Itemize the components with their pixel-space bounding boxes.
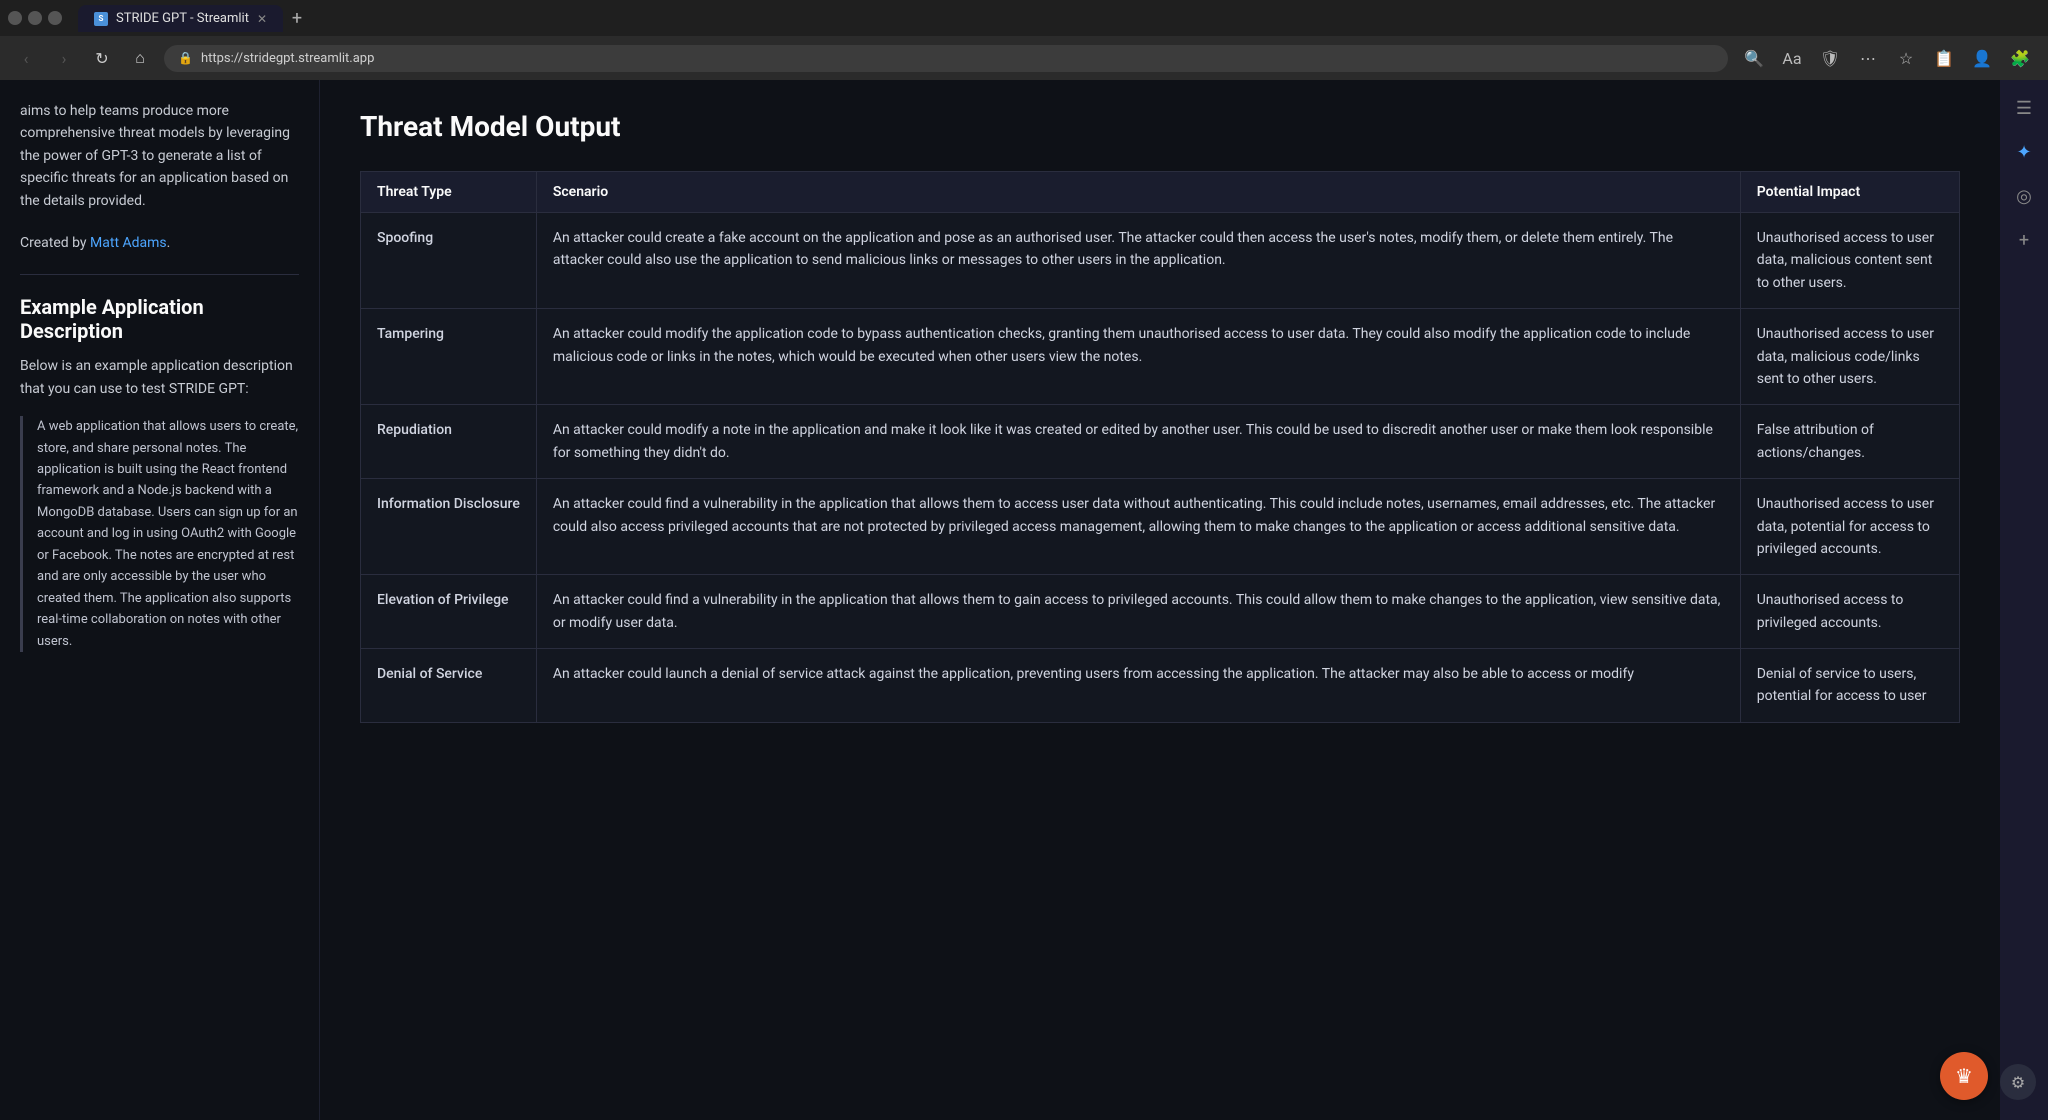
threat-type-cell: Elevation of Privilege [361, 575, 537, 649]
impact-cell: False attribution of actions/changes. [1740, 405, 1959, 479]
security-button[interactable]: 🛡 [1814, 42, 1846, 74]
table-row: Information DisclosureAn attacker could … [361, 479, 1960, 575]
title-bar: − □ ✕ S STRIDE GPT - Streamlit ✕ + [0, 0, 2048, 36]
close-button[interactable]: ✕ [48, 11, 62, 25]
scenario-cell: An attacker could modify a note in the a… [536, 405, 1740, 479]
scenario-cell: An attacker could launch a denial of ser… [536, 649, 1740, 723]
created-by-prefix: Created by [20, 235, 90, 251]
sidebar-intro-text: aims to help teams produce more comprehe… [20, 100, 299, 212]
author-link[interactable]: Matt Adams [90, 235, 167, 251]
tab-title: STRIDE GPT - Streamlit [116, 11, 249, 26]
threat-type-cell: Spoofing [361, 213, 537, 309]
impact-cell: Unauthorised access to user data, potent… [1740, 479, 1959, 575]
main-content: Threat Model Output Threat Type Scenario… [320, 80, 2000, 1120]
extension-button[interactable]: 🧩 [2004, 42, 2036, 74]
tab-favicon: S [94, 12, 108, 26]
sidebar: aims to help teams produce more comprehe… [0, 80, 320, 1120]
hamburger-icon[interactable]: ☰ [2008, 92, 2040, 124]
favorites-button[interactable]: ☆ [1890, 42, 1922, 74]
reload-button[interactable]: ↻ [88, 44, 116, 72]
reader-mode-button[interactable]: Aa [1776, 42, 1808, 74]
sidebar-section-desc: Below is an example application descript… [20, 355, 299, 400]
url-text: https://stridegpt.streamlit.app [201, 51, 374, 66]
url-bar[interactable]: 🔒 https://stridegpt.streamlit.app [164, 45, 1728, 72]
sidebar-created-by: Created by Matt Adams. [20, 232, 299, 254]
col-impact: Potential Impact [1740, 172, 1959, 213]
right-panel: ☰ ✦ ◎ + [2000, 80, 2048, 1120]
tab-close-button[interactable]: ✕ [257, 12, 267, 26]
outlook-icon[interactable]: ◎ [2008, 180, 2040, 212]
copilot-icon[interactable]: ✦ [2008, 136, 2040, 168]
table-header: Threat Type Scenario Potential Impact [361, 172, 1960, 213]
minimize-button[interactable]: − [8, 11, 22, 25]
maximize-button[interactable]: □ [28, 11, 42, 25]
home-button[interactable]: ⌂ [126, 44, 154, 72]
address-bar: ‹ › ↻ ⌂ 🔒 https://stridegpt.streamlit.ap… [0, 36, 2048, 80]
sidebar-blockquote: A web application that allows users to c… [20, 416, 299, 652]
profile-button[interactable]: 👤 [1966, 42, 1998, 74]
table-body: SpoofingAn attacker could create a fake … [361, 213, 1960, 723]
new-tab-button[interactable]: + [283, 4, 311, 32]
impact-cell: Unauthorised access to user data, malici… [1740, 309, 1959, 405]
table-row: RepudiationAn attacker could modify a no… [361, 405, 1960, 479]
threat-model-table: Threat Type Scenario Potential Impact Sp… [360, 171, 1960, 723]
impact-cell: Unauthorised access to user data, malici… [1740, 213, 1959, 309]
lock-icon: 🔒 [178, 51, 193, 65]
settings-button[interactable]: ⚙ [2000, 1064, 2036, 1100]
active-tab[interactable]: S STRIDE GPT - Streamlit ✕ [78, 5, 283, 32]
scenario-cell: An attacker could find a vulnerability i… [536, 575, 1740, 649]
collections-button[interactable]: 📋 [1928, 42, 1960, 74]
add-icon[interactable]: + [2008, 224, 2040, 256]
browser-chrome: − □ ✕ S STRIDE GPT - Streamlit ✕ + ‹ › ↻… [0, 0, 2048, 80]
table-header-row: Threat Type Scenario Potential Impact [361, 172, 1960, 213]
tab-bar: S STRIDE GPT - Streamlit ✕ + [78, 4, 2040, 32]
toolbar-actions: 🔍 Aa 🛡 ⋯ ☆ 📋 👤 🧩 [1738, 42, 2036, 74]
col-scenario: Scenario [536, 172, 1740, 213]
table-row: Denial of ServiceAn attacker could launc… [361, 649, 1960, 723]
sidebar-divider [20, 274, 299, 275]
scenario-cell: An attacker could find a vulnerability i… [536, 479, 1740, 575]
threat-type-cell: Tampering [361, 309, 537, 405]
table-row: SpoofingAn attacker could create a fake … [361, 213, 1960, 309]
settings-icon: ⚙ [2011, 1073, 2025, 1092]
impact-cell: Unauthorised access to privileged accoun… [1740, 575, 1959, 649]
window-controls: − □ ✕ [8, 11, 62, 25]
threat-type-cell: Repudiation [361, 405, 537, 479]
impact-cell: Denial of service to users, potential fo… [1740, 649, 1959, 723]
more-tools-button[interactable]: ⋯ [1852, 42, 1884, 74]
streaming-button[interactable]: ♛ [1940, 1052, 1988, 1100]
scenario-cell: An attacker could modify the application… [536, 309, 1740, 405]
table-row: Elevation of PrivilegeAn attacker could … [361, 575, 1960, 649]
forward-button[interactable]: › [50, 44, 78, 72]
scenario-cell: An attacker could create a fake account … [536, 213, 1740, 309]
sidebar-section-title: Example Application Description [20, 295, 299, 343]
threat-type-cell: Information Disclosure [361, 479, 537, 575]
table-row: TamperingAn attacker could modify the ap… [361, 309, 1960, 405]
page-title: Threat Model Output [360, 110, 1960, 143]
col-threat-type: Threat Type [361, 172, 537, 213]
crown-icon: ♛ [1955, 1064, 1973, 1088]
search-button[interactable]: 🔍 [1738, 42, 1770, 74]
app-layout: aims to help teams produce more comprehe… [0, 80, 2048, 1120]
back-button[interactable]: ‹ [12, 44, 40, 72]
threat-type-cell: Denial of Service [361, 649, 537, 723]
